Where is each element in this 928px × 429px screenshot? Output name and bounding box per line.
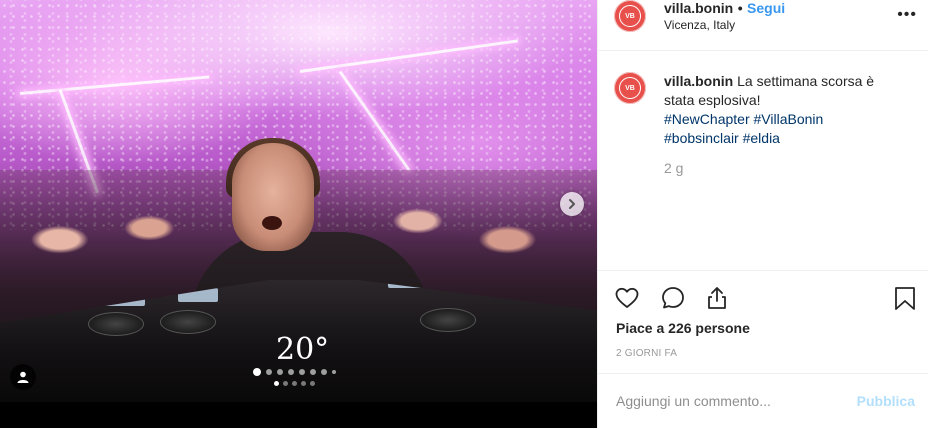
avatar[interactable]: VB [614, 0, 646, 32]
comment-input[interactable] [616, 388, 846, 414]
action-bar [598, 270, 928, 310]
more-options-icon[interactable]: ••• [897, 6, 917, 24]
dj-mouth [262, 216, 282, 230]
carousel-dot [332, 370, 336, 374]
avatar-logo: VB [619, 5, 641, 27]
comment-button[interactable] [660, 285, 686, 311]
post-media: 20° [0, 0, 597, 428]
user-tags-button[interactable] [10, 364, 36, 390]
likes-count[interactable]: Piace a 226 persone [616, 320, 750, 336]
jog-wheel [160, 310, 216, 334]
carousel-dot [321, 369, 327, 375]
share-button[interactable] [704, 285, 730, 311]
bookmark-icon [895, 287, 915, 310]
carousel-dot [292, 381, 297, 386]
jog-wheel [420, 308, 476, 332]
post-date: 2 GIORNI FA [616, 348, 678, 359]
header-username[interactable]: villa.bonin [664, 0, 733, 16]
carousel-indicator [253, 368, 336, 376]
overlay-logo: 20° [276, 332, 330, 367]
next-photo-button[interactable] [560, 192, 584, 216]
carousel-dot [310, 369, 316, 375]
chevron-right-icon [569, 199, 575, 209]
caption-hashtags[interactable]: #bobsinclair #eldia [664, 130, 780, 146]
location-link[interactable]: Vicenza, Italy [664, 18, 735, 32]
carousel-dot [277, 369, 283, 375]
carousel-indicator-secondary [274, 381, 315, 386]
dj-face [232, 143, 314, 251]
carousel-dot [283, 381, 288, 386]
carousel-dot [266, 369, 272, 375]
post-header: VB villa.bonin • Segui Vicenza, Italy ••… [598, 0, 928, 51]
follow-button[interactable]: Segui [747, 0, 785, 16]
carousel-dot [301, 381, 306, 386]
user-icon [17, 371, 29, 383]
avatar-logo: VB [619, 77, 641, 99]
comment-bar: Pubblica [598, 373, 928, 429]
post-photo[interactable]: 20° [0, 0, 597, 402]
save-button[interactable] [892, 285, 918, 311]
caption-hashtags[interactable]: #NewChapter #VillaBonin [664, 111, 823, 127]
comment-icon [662, 287, 684, 309]
jog-wheel [88, 312, 144, 336]
carousel-dot [288, 369, 294, 375]
carousel-dot [253, 368, 261, 376]
carousel-dot [310, 381, 315, 386]
share-icon [708, 287, 726, 309]
like-button[interactable] [614, 285, 640, 311]
follow-separator: • [737, 0, 743, 16]
caption-avatar[interactable]: VB [614, 72, 646, 104]
header-user-line: villa.bonin • Segui [664, 0, 785, 18]
post-panel: VB villa.bonin • Segui Vicenza, Italy ••… [597, 0, 928, 428]
carousel-dot [299, 369, 305, 375]
caption-username[interactable]: villa.bonin [664, 73, 733, 89]
caption-time: 2 g [664, 160, 684, 176]
heart-icon [615, 287, 639, 308]
carousel-dot [274, 381, 279, 386]
publish-button[interactable]: Pubblica [857, 393, 915, 409]
caption: villa.bonin La settimana scorsa è stata … [664, 72, 904, 148]
